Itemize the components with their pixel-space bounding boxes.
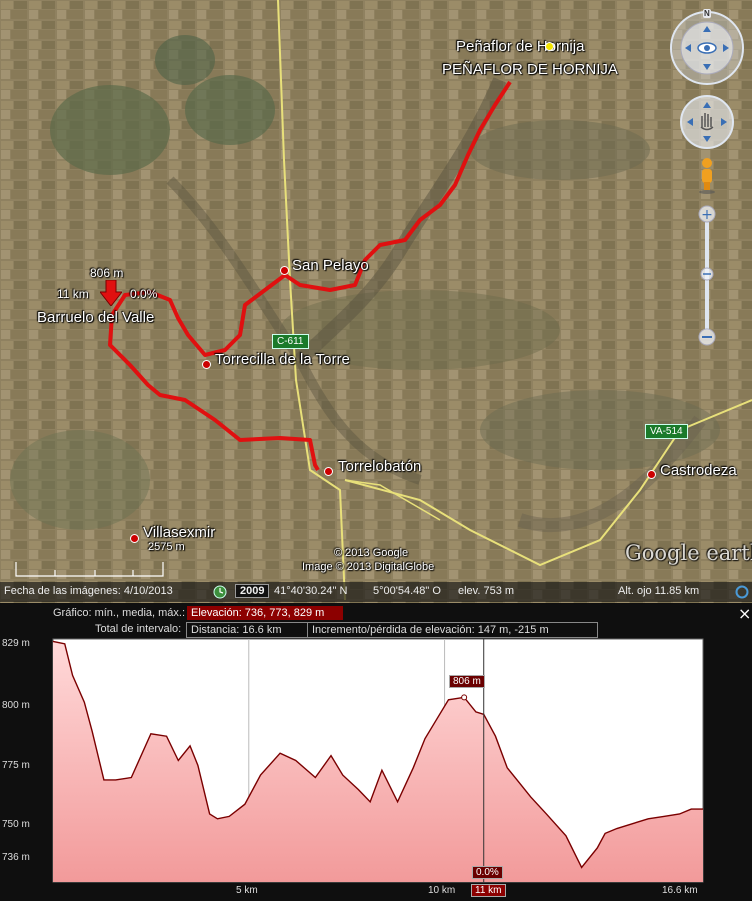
distance-total: Distancia: 16.6 km	[186, 622, 308, 638]
navigation-controls: + N	[662, 0, 752, 360]
longitude: 5°00'54.48" O	[373, 585, 441, 597]
road-badge-c611: C-611	[272, 334, 309, 349]
pegman-icon[interactable]	[699, 158, 715, 194]
road-badge-va514: VA-514	[645, 424, 688, 439]
marker-distance-label: 11 km	[57, 287, 89, 301]
imagery-date: Fecha de las imágenes: 4/10/2013	[4, 585, 173, 597]
elevation-profile-panel: Gráfico: mín., media, máx.: Elevación: 7…	[0, 603, 752, 901]
clock-icon[interactable]	[213, 585, 227, 599]
zoom-slider[interactable]: +	[698, 205, 716, 346]
north-icon[interactable]: N	[703, 9, 711, 18]
cursor-distance-label: 11 km	[471, 884, 506, 897]
place-pin	[130, 534, 139, 543]
place-penaflor: Peñaflor de Hornija	[456, 38, 585, 55]
elevation-chart[interactable]	[52, 638, 704, 883]
close-button[interactable]: ×	[738, 604, 751, 623]
red-arrow-icon	[100, 280, 122, 306]
look-joystick[interactable]	[670, 11, 744, 85]
y-tick-label: 750 m	[2, 819, 30, 830]
place-pin	[280, 266, 289, 275]
cursor-point	[461, 694, 468, 701]
place-castrodeza: Castrodeza	[660, 462, 737, 479]
svg-text:+: +	[701, 207, 713, 223]
x-tick-label: 10 km	[428, 885, 456, 896]
place-pin	[202, 360, 211, 369]
place-barruelo: Barruelo del Valle	[37, 309, 155, 326]
range-label: Total de intervalo:	[95, 623, 182, 635]
google-earth-logo: Google earth	[625, 541, 752, 565]
place-villasexmir: Villasexmir	[143, 524, 216, 541]
move-joystick[interactable]	[680, 95, 734, 149]
year-badge[interactable]: 2009	[235, 584, 270, 598]
place-pin	[545, 42, 554, 51]
status-bar: Fecha de las imágenes: 4/10/2013 2009 41…	[0, 582, 752, 602]
place-pin	[647, 470, 656, 479]
y-tick-label: 736 m	[2, 852, 30, 863]
elevation-gain-loss: Incremento/pérdida de elevación: 147 m, …	[307, 622, 598, 638]
x-tick-label: 5 km	[236, 885, 258, 896]
map-view[interactable]: 806 m 11 km 0.0% Peñaflor de Hornija PEÑ…	[0, 0, 752, 603]
y-tick-label: 775 m	[2, 760, 30, 771]
graph-label: Gráfico: mín., media, máx.:	[53, 607, 186, 619]
cursor-slope-label: 0.0%	[472, 866, 503, 879]
copyright-digitalglobe: Image © 2013 DigitalGlobe	[302, 561, 435, 573]
streaming-icon	[735, 585, 749, 599]
marker-slope-label: 0.0%	[130, 287, 158, 301]
scale-label: 2575 m	[148, 541, 185, 553]
x-tick-label: 16.6 km	[662, 885, 698, 896]
elevation: elev. 753 m	[458, 585, 515, 597]
place-torrecilla: Torrecilla de la Torre	[215, 351, 350, 368]
elevation-stats: Elevación: 736, 773, 829 m	[187, 606, 343, 620]
latitude: 41°40'30.24" N	[274, 585, 348, 597]
place-pin	[324, 467, 333, 476]
place-san-pelayo: San Pelayo	[292, 257, 369, 274]
cursor-elevation-label: 806 m	[449, 675, 485, 688]
place-penaflor-caps: PEÑAFLOR DE HORNIJA	[442, 61, 618, 78]
copyright-google: © 2013 Google	[334, 547, 409, 559]
place-torrelobaton: Torrelobatón	[338, 458, 422, 475]
y-tick-label: 829 m	[2, 638, 30, 649]
marker-elevation-label: 806 m	[90, 266, 124, 280]
y-tick-label: 800 m	[2, 700, 30, 711]
scale-bar	[15, 562, 164, 577]
eye-altitude: Alt. ojo 11.85 km	[618, 585, 700, 597]
